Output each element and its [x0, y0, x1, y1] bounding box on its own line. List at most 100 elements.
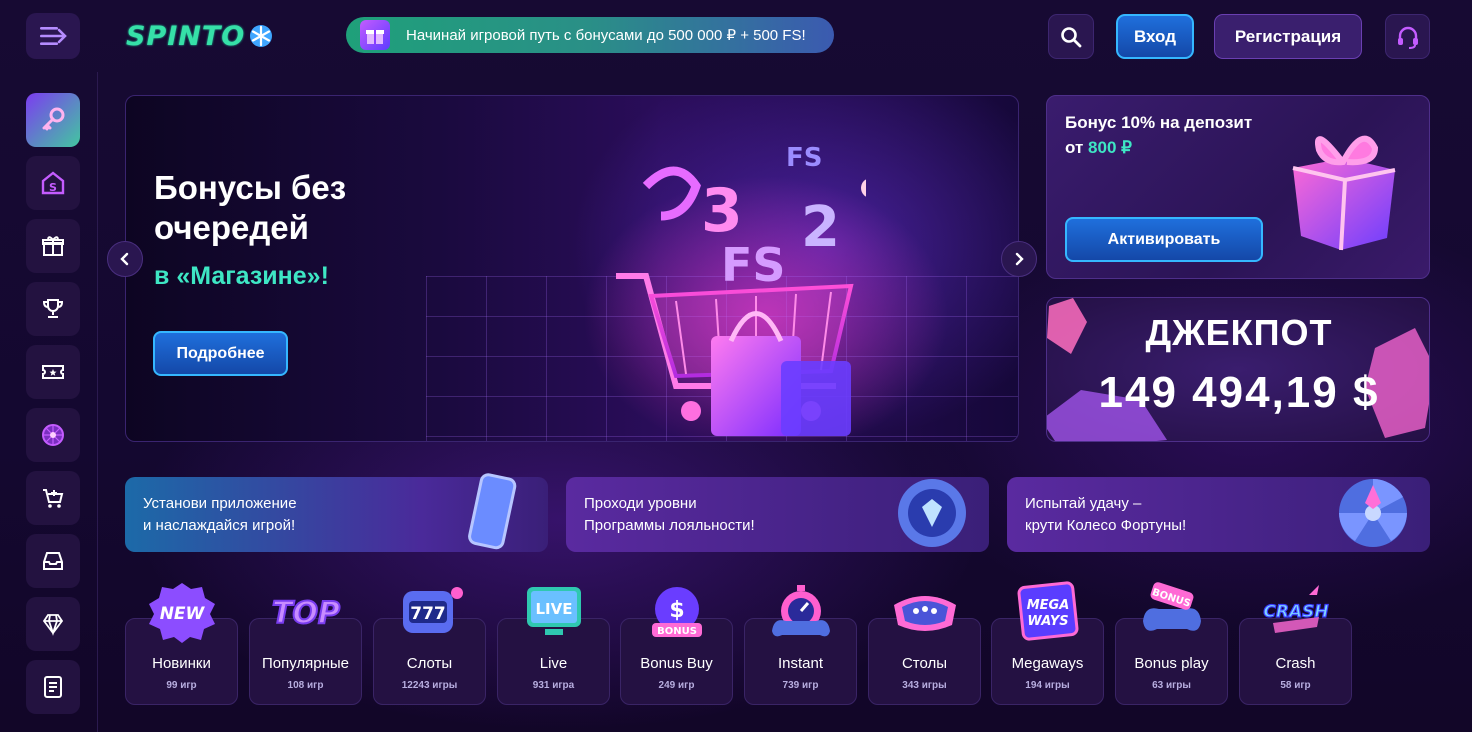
bonus-buy-icon: $ BONUS [652, 587, 702, 637]
search-button[interactable] [1048, 14, 1094, 59]
category-count: 58 игр [1280, 680, 1311, 691]
category-bonus-play[interactable]: BONUS Bonus play 63 игры [1115, 582, 1228, 705]
category-slots[interactable]: 777 Слоты 12243 игры [373, 587, 486, 705]
sidebar: S [0, 72, 98, 732]
megaways-badge-icon: MEGAWAYS [1017, 581, 1079, 641]
sidebar-item-wheel[interactable] [26, 408, 80, 462]
hero-subtitle: в «Магазине»! [154, 262, 329, 290]
install-app-strip[interactable]: Установи приложение и наслаждайся игрой! [125, 473, 548, 552]
svg-text:NEW: NEW [160, 604, 206, 624]
hero-banner[interactable]: 3 2 FS FS Бонусы без очередей в «Магазин… [125, 95, 1019, 442]
support-button[interactable] [1385, 14, 1430, 59]
svg-text:BONUS: BONUS [657, 626, 697, 637]
bonus-line1: Бонус 10% на депозит [1065, 113, 1253, 132]
category-name: Популярные [261, 655, 350, 672]
strip-line1: Установи приложение [143, 494, 297, 512]
hero-title: Бонусы без очередей [154, 169, 347, 246]
svg-text:TOP: TOP [272, 596, 340, 631]
strip-line2: крути Колесо Фортуны! [1025, 516, 1187, 534]
logo[interactable]: SPINTO [126, 20, 273, 52]
sidebar-item-inbox[interactable] [26, 534, 80, 588]
category-bonus-buy[interactable]: $ BONUS Bonus Buy 249 игр [620, 587, 733, 705]
category-new[interactable]: NEW Новинки 99 игр [125, 583, 238, 705]
ticket-icon [42, 365, 64, 379]
category-count: 739 игр [782, 680, 819, 691]
bonus-amount: 800 ₽ [1088, 138, 1132, 157]
logo-text: SPINTO [126, 20, 246, 52]
sidebar-item-lottery[interactable] [26, 345, 80, 399]
category-name: Instant [777, 655, 824, 672]
login-button[interactable]: Вход [1116, 14, 1194, 59]
category-name: Megaways [1011, 655, 1084, 672]
sidebar-item-vip[interactable] [26, 597, 80, 651]
top-badge-icon: TOP [271, 595, 341, 632]
category-megaways[interactable]: MEGA WAYS Megaways 194 игры [991, 581, 1104, 705]
bonus-line2-prefix: от [1065, 138, 1084, 157]
jackpot-title: ДЖЕКПОТ [1145, 312, 1333, 353]
sidebar-item-tournaments[interactable] [26, 282, 80, 336]
carousel-next-button[interactable] [1001, 241, 1037, 277]
activate-bonus-button[interactable]: Активировать [1065, 217, 1263, 262]
shopping-cart-illustration: 3 2 FS FS [616, 143, 866, 436]
sidebar-item-rules[interactable] [26, 660, 80, 714]
spinto-s-icon: S [41, 171, 65, 195]
document-icon [44, 676, 62, 698]
promo-banner[interactable]: Начинай игровой путь с бонусами до 500 0… [346, 17, 834, 53]
hero-more-button[interactable]: Подробнее [153, 331, 288, 376]
category-instant[interactable]: Instant 739 игр [744, 585, 857, 705]
category-popular[interactable]: TOP Популярные 108 игр [249, 595, 362, 705]
category-name: Новинки [152, 655, 211, 672]
menu-expand-icon [40, 27, 67, 45]
loyalty-chip-icon [893, 471, 971, 551]
crash-badge-icon: CRASH [1263, 585, 1329, 633]
category-count: 99 игр [166, 680, 197, 691]
phone-icon [452, 471, 530, 551]
trophy-icon [42, 299, 64, 318]
bonus-gamepad-icon: BONUS [1143, 582, 1201, 631]
sidebar-item-shop[interactable]: S [26, 156, 80, 210]
svg-text:CRASH: CRASH [1263, 602, 1328, 622]
gift-box-illustration [1292, 135, 1396, 251]
sidebar-item-key[interactable] [26, 93, 80, 147]
category-live[interactable]: LIVE Live 931 игра [497, 587, 610, 705]
snowflake-icon [250, 25, 273, 47]
chevron-right-icon [1015, 252, 1024, 266]
bonus-description: Бонус 10% на депозит от 800 ₽ [1065, 110, 1252, 160]
category-count: 63 игры [1152, 680, 1191, 691]
category-name: Bonus Buy [640, 655, 713, 672]
sidebar-item-store[interactable] [26, 471, 80, 525]
jackpot-value: 149 494,19 $ [1098, 368, 1380, 417]
category-name: Bonus play [1134, 655, 1209, 672]
strip-line2: Программы лояльности! [584, 516, 755, 534]
live-tv-icon: LIVE [527, 587, 581, 635]
category-count: 194 игры [1025, 680, 1070, 691]
strip-line2: и наслаждайся игрой! [143, 516, 296, 534]
chevron-left-icon [120, 252, 129, 266]
header: SPINTO Начинай игровой путь с бонусами д… [0, 0, 1472, 72]
headset-icon [1397, 26, 1418, 49]
sidebar-item-bonuses[interactable] [26, 219, 80, 273]
svg-text:S: S [49, 181, 57, 194]
category-tables[interactable]: Столы 343 игры [868, 596, 981, 705]
register-button[interactable]: Регистрация [1214, 14, 1362, 59]
category-count: 108 игр [287, 680, 324, 691]
category-name: Crash [1275, 655, 1316, 672]
svg-text:FS: FS [786, 143, 823, 173]
menu-toggle-button[interactable] [26, 13, 80, 59]
svg-text:LIVE: LIVE [536, 600, 573, 618]
promo-text: Начинай игровой путь с бонусами до 500 0… [406, 27, 806, 44]
carousel-prev-button[interactable] [107, 241, 143, 277]
fortune-wheel-strip[interactable]: Испытай удачу – крути Колесо Фортуны! [1007, 477, 1430, 552]
loyalty-program-strip[interactable]: Проходи уровни Программы лояльности! [566, 477, 989, 552]
card-table-icon [894, 596, 956, 631]
category-crash[interactable]: CRASH Crash 58 игр [1239, 585, 1352, 705]
svg-text:WAYS: WAYS [1027, 614, 1068, 629]
gift-icon [360, 20, 390, 50]
category-count: 343 игры [902, 680, 947, 691]
category-name: Слоты [406, 655, 453, 672]
svg-text:$: $ [669, 598, 684, 623]
category-count: 931 игра [532, 680, 575, 691]
fortune-wheel-icon [1334, 471, 1412, 551]
deposit-bonus-card: Бонус 10% на депозит от 800 ₽ Активирова… [1046, 95, 1430, 279]
svg-text:2: 2 [801, 195, 840, 260]
